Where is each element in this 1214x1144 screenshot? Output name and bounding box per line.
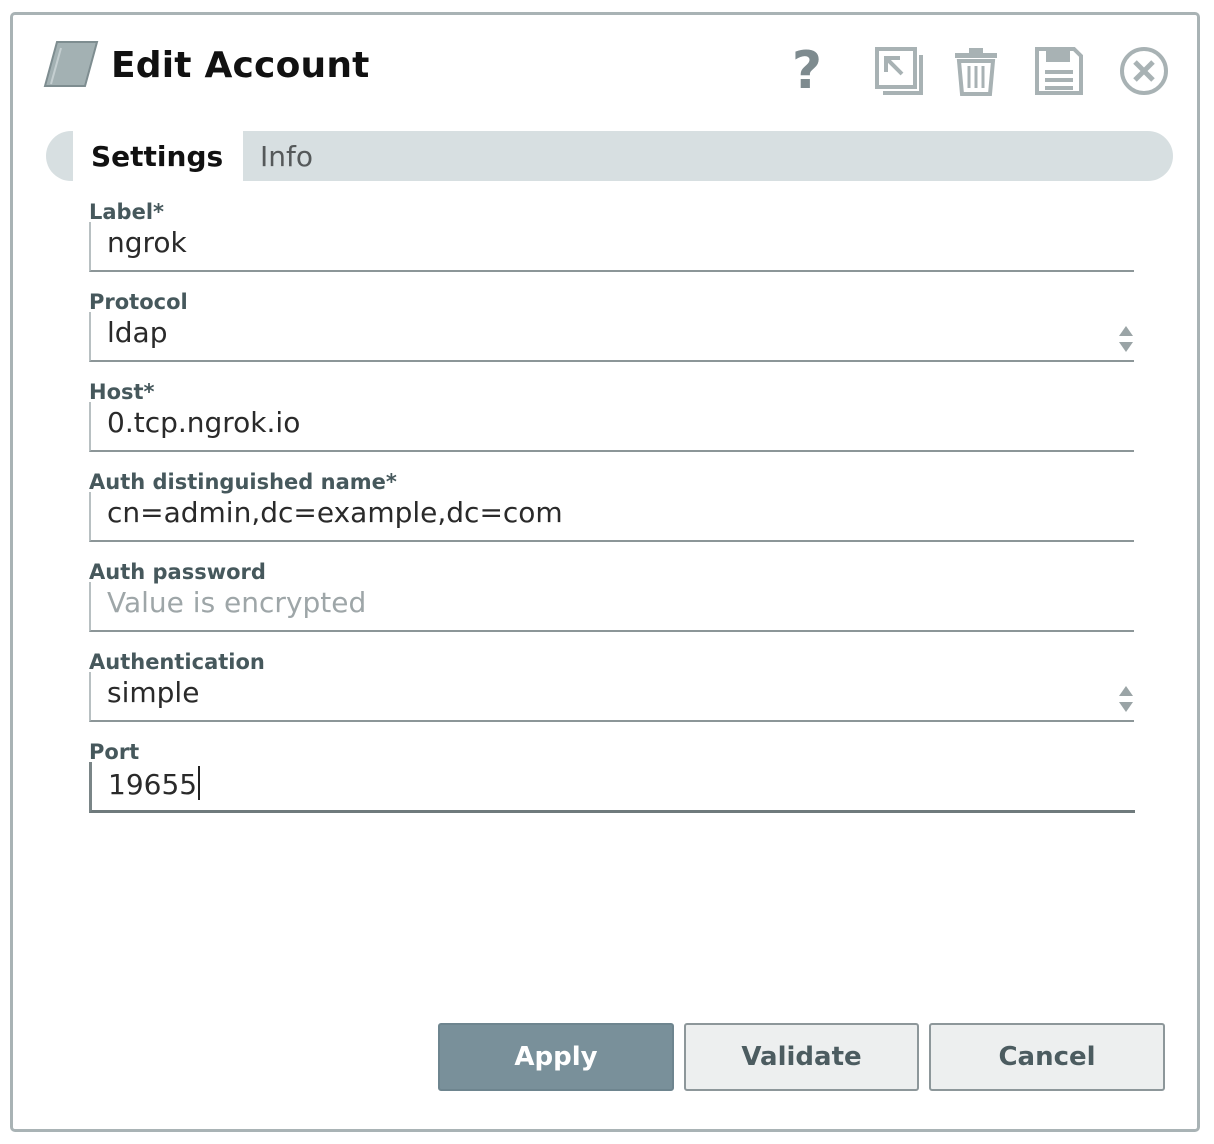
auth-dn-input-value: cn=admin,dc=example,dc=com: [107, 496, 563, 529]
auth-password-input[interactable]: Value is encrypted: [89, 582, 1134, 632]
label-input[interactable]: ngrok: [89, 222, 1134, 272]
host-field-label: Host*: [89, 380, 155, 404]
host-input-value: 0.tcp.ngrok.io: [107, 406, 301, 439]
label-input-value: ngrok: [107, 226, 187, 259]
save-disk-icon[interactable]: [1031, 41, 1087, 101]
auth-dn-input[interactable]: cn=admin,dc=example,dc=com: [89, 492, 1134, 542]
port-input-text: 19655: [108, 766, 201, 801]
account-parallelogram-icon: [43, 41, 99, 87]
help-glyph: ?: [791, 41, 823, 101]
close-circle-icon[interactable]: [1116, 41, 1172, 101]
export-glyph: [875, 47, 923, 95]
close-glyph: [1120, 47, 1168, 95]
label-field-label: Label*: [89, 200, 165, 224]
port-input-value: 19655: [108, 768, 198, 801]
dialog-title: Edit Account: [111, 45, 370, 86]
tab-settings[interactable]: Settings: [73, 131, 243, 181]
validate-button[interactable]: Validate: [684, 1023, 919, 1091]
port-input[interactable]: 19655: [89, 762, 1135, 813]
dialog-header: Edit Account ?: [13, 15, 1197, 125]
protocol-select-value: ldap: [107, 316, 168, 349]
edit-account-dialog: Edit Account ? Settings Info Label* ngro…: [10, 12, 1200, 1132]
cancel-button[interactable]: Cancel: [929, 1023, 1165, 1091]
trash-glyph: [955, 48, 997, 96]
tab-info[interactable]: Info: [260, 131, 313, 181]
port-field-label: Port: [89, 740, 140, 764]
tab-bar: Settings Info: [46, 131, 1173, 181]
auth-password-field-label: Auth password: [89, 560, 266, 584]
help-icon[interactable]: ?: [779, 41, 835, 101]
host-input[interactable]: 0.tcp.ngrok.io: [89, 402, 1134, 452]
authentication-select-value: simple: [107, 676, 200, 709]
select-updown-icon: [1119, 686, 1133, 712]
text-caret: [198, 766, 201, 800]
auth-dn-field-label: Auth distinguished name*: [89, 470, 397, 494]
auth-password-placeholder: Value is encrypted: [107, 586, 367, 619]
trash-icon[interactable]: [948, 41, 1004, 101]
save-glyph: [1035, 47, 1083, 95]
apply-button[interactable]: Apply: [438, 1023, 674, 1091]
export-icon[interactable]: [871, 41, 927, 101]
protocol-select[interactable]: ldap: [89, 312, 1134, 362]
authentication-field-label: Authentication: [89, 650, 265, 674]
authentication-select[interactable]: simple: [89, 672, 1134, 722]
protocol-field-label: Protocol: [89, 290, 188, 314]
select-updown-icon: [1119, 326, 1133, 352]
